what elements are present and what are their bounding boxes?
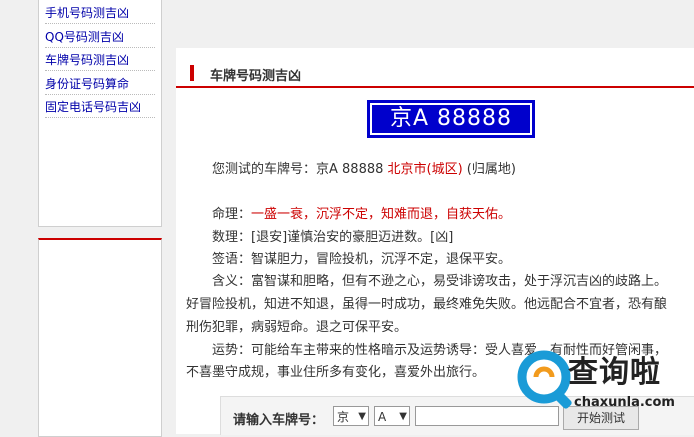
number-value: [退安]谨慎治安的豪胆迈进数。[凶] bbox=[251, 230, 454, 245]
section-title: 车牌号码测吉凶 bbox=[210, 69, 302, 84]
section-header: 车牌号码测吉凶 bbox=[176, 58, 694, 88]
sign-label: 签语： bbox=[212, 252, 252, 267]
meaning-text-1: 富智谋和胆略，但有不逊之心，易受诽谤攻击，处于浮沉吉凶的歧路上。 bbox=[251, 274, 668, 289]
meaning-line-3: 刑伤犯罪，病弱短命。退之可保平安。 bbox=[186, 320, 408, 335]
sidebar-item-phone-number[interactable]: 手机号码测吉凶 bbox=[45, 3, 155, 24]
test-result-line: 您测试的车牌号：京A 88888 北京市(城区) (归属地) bbox=[212, 158, 516, 177]
meaning-line-1: 含义：富智谋和胆略，但有不逊之心，易受诽谤攻击，处于浮沉吉凶的歧路上。 bbox=[212, 270, 667, 289]
watermark-brand: 查询啦 bbox=[568, 355, 661, 390]
meaning-line-2: 好冒险投机，知进不知退，虽得一时成功，最终难免失败。他远配合不宜者，恐有酿 bbox=[186, 297, 668, 312]
chevron-down-icon: ▼ bbox=[399, 411, 407, 422]
province-select[interactable]: 京 ▼ bbox=[333, 406, 369, 426]
letter-selected-value: A bbox=[378, 410, 387, 424]
fate-line: 命理：一盛一衰，沉浮不定，知难而退，自获天佑。 bbox=[212, 203, 511, 222]
test-suffix: (归属地) bbox=[462, 162, 516, 177]
sidebar-item-id-card[interactable]: 身份证号码算命 bbox=[45, 74, 155, 95]
sidebar-second-box bbox=[38, 238, 162, 437]
test-location: 北京市(城区) bbox=[387, 162, 463, 177]
fate-value: 一盛一衰，沉浮不定，知难而退，自获天佑。 bbox=[251, 207, 512, 222]
sign-line: 签语：智谋胆力，冒险投机，沉浮不定，退保平安。 bbox=[212, 248, 511, 267]
license-plate-number: 京A 88888 bbox=[370, 103, 532, 135]
section-marker bbox=[190, 65, 194, 81]
fate-label: 命理： bbox=[212, 207, 252, 222]
watermark-domain: chaxunla.com bbox=[574, 395, 675, 410]
sign-value: 智谋胆力，冒险投机，沉浮不定，退保平安。 bbox=[251, 252, 512, 267]
fortune-label: 运势： bbox=[212, 343, 252, 358]
letter-select[interactable]: A ▼ bbox=[374, 406, 410, 426]
license-plate-display: 京A 88888 bbox=[367, 100, 535, 138]
sidebar-nav-box: 手机号码测吉凶 QQ号码测吉凶 车牌号码测吉凶 身份证号码算命 固定电话号码吉凶 bbox=[38, 0, 162, 227]
watermark: 查询啦 chaxunla.com bbox=[510, 343, 694, 434]
number-line: 数理：[退安]谨慎治安的豪胆迈进数。[凶] bbox=[212, 226, 453, 245]
sidebar-item-qq-number[interactable]: QQ号码测吉凶 bbox=[45, 27, 155, 48]
form-label: 请输入车牌号： bbox=[233, 413, 325, 428]
meaning-label: 含义： bbox=[212, 274, 252, 289]
sidebar: 手机号码测吉凶 QQ号码测吉凶 车牌号码测吉凶 身份证号码算命 固定电话号码吉凶 bbox=[38, 0, 162, 437]
sidebar-item-license-plate[interactable]: 车牌号码测吉凶 bbox=[45, 50, 155, 71]
province-selected-value: 京 bbox=[337, 410, 350, 424]
search-logo-icon bbox=[517, 350, 572, 409]
number-label: 数理： bbox=[212, 230, 252, 245]
chevron-down-icon: ▼ bbox=[358, 411, 366, 422]
sidebar-item-landline[interactable]: 固定电话号码吉凶 bbox=[45, 97, 155, 118]
main-top-gap bbox=[176, 0, 694, 48]
test-prefix: 您测试的车牌号：京A 88888 bbox=[212, 162, 388, 177]
fortune-line-2: 不喜墨守成规，事业住所多有变化，喜爱外出旅行。 bbox=[186, 365, 486, 380]
